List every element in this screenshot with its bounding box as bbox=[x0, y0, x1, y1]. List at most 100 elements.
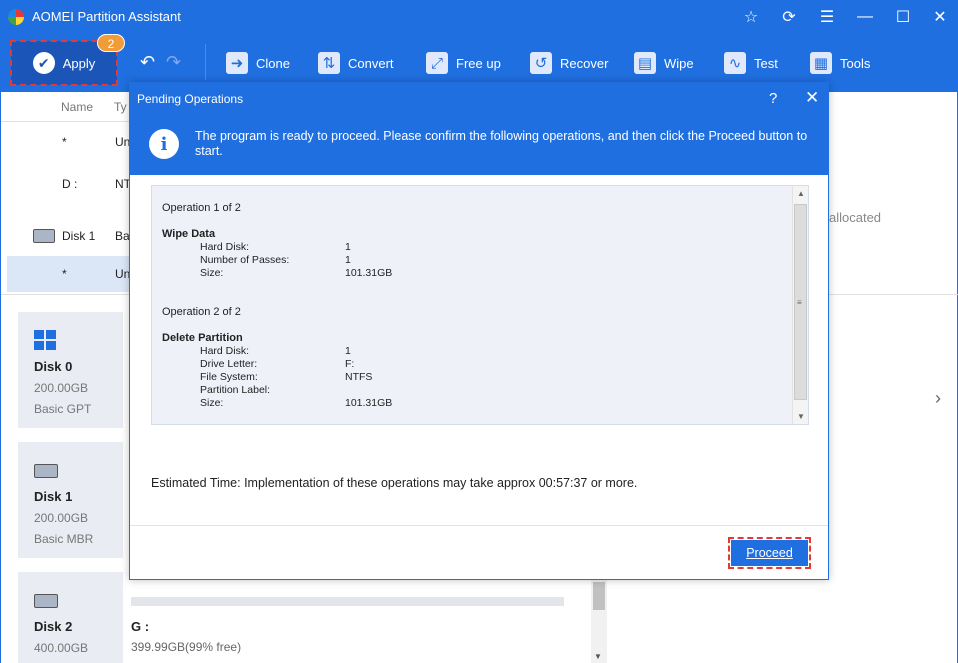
recover-icon: ↺ bbox=[530, 52, 552, 74]
scroll-grip-icon: ≡ bbox=[797, 298, 802, 307]
undo-icon[interactable]: ↶ bbox=[140, 52, 155, 73]
clone-label: Clone bbox=[256, 55, 290, 71]
field-label: Hard Disk: bbox=[200, 345, 250, 357]
disk-name: Disk 0 bbox=[34, 359, 73, 374]
close-button[interactable]: ✕ bbox=[927, 6, 953, 28]
clone-button[interactable]: ➜ Clone bbox=[226, 50, 290, 76]
scroll-up-icon[interactable]: ▲ bbox=[797, 189, 805, 198]
wipe-icon: ▤ bbox=[634, 52, 656, 74]
partition-label: G : bbox=[131, 619, 150, 634]
tools-button[interactable]: ▦ Tools bbox=[810, 50, 870, 76]
operation-name: Wipe Data bbox=[162, 228, 216, 240]
disk-icon bbox=[33, 229, 55, 243]
unallocated-text: allocated bbox=[829, 210, 882, 225]
scroll-down-icon[interactable]: ▼ bbox=[797, 412, 805, 421]
row-name: * bbox=[62, 135, 67, 149]
field-label: File System: bbox=[200, 371, 258, 383]
proceed-button[interactable]: Proceed bbox=[728, 537, 811, 569]
dialog-message: The program is ready to proceed. Please … bbox=[195, 129, 808, 158]
disk-size: 400.00GB bbox=[34, 641, 89, 655]
field-label: Size: bbox=[200, 397, 224, 409]
free-up-label: Free up bbox=[456, 55, 501, 71]
disk-card-1[interactable]: Disk 1 200.00GB Basic MBR bbox=[18, 442, 123, 558]
wipe-label: Wipe bbox=[664, 55, 694, 71]
disk-icon bbox=[34, 464, 58, 478]
title-bar: AOMEI Partition Assistant ☆ ⟳ ☰ — ☐ ✕ bbox=[0, 0, 958, 34]
operations-scrollbar[interactable]: ▲ ≡ ▼ bbox=[792, 186, 808, 424]
field-value: 101.31GB bbox=[345, 267, 393, 279]
redo-icon[interactable]: ↷ bbox=[166, 52, 181, 73]
partition-usage-bar[interactable] bbox=[131, 597, 564, 606]
toolbar-divider bbox=[205, 44, 206, 80]
list-row-selected[interactable]: * Un bbox=[7, 256, 131, 292]
operation-name: Delete Partition bbox=[162, 332, 243, 344]
operation-count: Operation 2 of 2 bbox=[162, 306, 241, 318]
pending-operations-dialog: Pending Operations ? ✕ i The program is … bbox=[129, 82, 829, 580]
test-icon: ∿ bbox=[724, 52, 746, 74]
star-icon[interactable]: ☆ bbox=[738, 6, 764, 28]
refresh-icon[interactable]: ⟳ bbox=[776, 6, 802, 28]
field-value: 1 bbox=[345, 345, 351, 357]
field-label: Number of Passes: bbox=[200, 254, 290, 266]
disk-size: 200.00GB bbox=[34, 511, 89, 525]
scrollbar[interactable]: ▼ bbox=[591, 580, 607, 663]
dialog-title: Pending Operations bbox=[137, 92, 244, 106]
free-up-icon: ⤢ bbox=[426, 52, 448, 74]
row-name: * bbox=[62, 267, 67, 281]
disk-size: 200.00GB bbox=[34, 381, 89, 395]
list-row[interactable]: * Un bbox=[7, 124, 131, 160]
disk-name: Disk 2 bbox=[34, 619, 73, 634]
apply-label: Apply bbox=[62, 55, 96, 71]
menu-icon[interactable]: ☰ bbox=[814, 6, 840, 28]
dialog-close-icon[interactable]: ✕ bbox=[805, 88, 819, 108]
field-label: Hard Disk: bbox=[200, 241, 250, 253]
convert-icon: ⇅ bbox=[318, 52, 340, 74]
partition-free: 399.99GB(99% free) bbox=[131, 640, 242, 654]
list-row[interactable]: D : NT bbox=[7, 166, 131, 202]
list-row[interactable]: Disk 1 Ba bbox=[7, 218, 131, 254]
tools-label: Tools bbox=[840, 55, 871, 71]
disk-icon bbox=[34, 594, 58, 608]
estimated-time: Estimated Time: Implementation of these … bbox=[151, 476, 638, 490]
pending-count-badge: 2 bbox=[97, 34, 125, 52]
convert-label: Convert bbox=[348, 55, 394, 71]
field-value: NTFS bbox=[345, 371, 373, 383]
field-label: Size: bbox=[200, 267, 224, 279]
operations-list: Operation 1 of 2 Wipe Data Hard Disk: 1 … bbox=[151, 185, 809, 425]
list-header: Name Ty bbox=[1, 92, 131, 122]
field-value: 1 bbox=[345, 241, 351, 253]
tools-icon: ▦ bbox=[810, 52, 832, 74]
field-label: Partition Label: bbox=[200, 384, 271, 396]
field-value: 101.31GB bbox=[345, 397, 393, 409]
test-label: Test bbox=[754, 55, 778, 71]
column-type[interactable]: Ty bbox=[114, 100, 127, 114]
convert-button[interactable]: ⇅ Convert bbox=[318, 50, 394, 76]
column-name[interactable]: Name bbox=[61, 100, 93, 114]
info-icon: i bbox=[149, 129, 179, 159]
dialog-footer-divider bbox=[130, 525, 828, 526]
help-icon[interactable]: ? bbox=[769, 90, 777, 107]
free-up-button[interactable]: ⤢ Free up bbox=[426, 50, 501, 76]
maximize-button[interactable]: ☐ bbox=[890, 6, 916, 28]
row-name: Disk 1 bbox=[62, 229, 96, 243]
wipe-button[interactable]: ▤ Wipe bbox=[634, 50, 694, 76]
scroll-down-icon[interactable]: ▼ bbox=[594, 652, 602, 661]
recover-label: Recover bbox=[560, 55, 609, 71]
field-value: F: bbox=[345, 358, 355, 370]
disk-card-2[interactable]: Disk 2 400.00GB bbox=[18, 572, 123, 663]
disk-type: Basic GPT bbox=[34, 402, 92, 416]
dialog-header: Pending Operations ? ✕ i The program is … bbox=[130, 83, 828, 175]
recover-button[interactable]: ↺ Recover bbox=[530, 50, 608, 76]
row-name: D : bbox=[62, 177, 78, 191]
field-label: Drive Letter: bbox=[200, 358, 258, 370]
chevron-right-icon[interactable]: › bbox=[935, 388, 941, 409]
clone-icon: ➜ bbox=[226, 52, 248, 74]
scrollbar-thumb[interactable] bbox=[593, 582, 605, 610]
app-header: AOMEI Partition Assistant ☆ ⟳ ☰ — ☐ ✕ ✔ … bbox=[0, 0, 958, 92]
disk-name: Disk 1 bbox=[34, 489, 73, 504]
disk-card-0[interactable]: Disk 0 200.00GB Basic GPT bbox=[18, 312, 123, 428]
field-value: 1 bbox=[345, 254, 351, 266]
test-button[interactable]: ∿ Test bbox=[724, 50, 778, 76]
disk-type: Basic MBR bbox=[34, 532, 94, 546]
minimize-button[interactable]: — bbox=[852, 6, 878, 28]
